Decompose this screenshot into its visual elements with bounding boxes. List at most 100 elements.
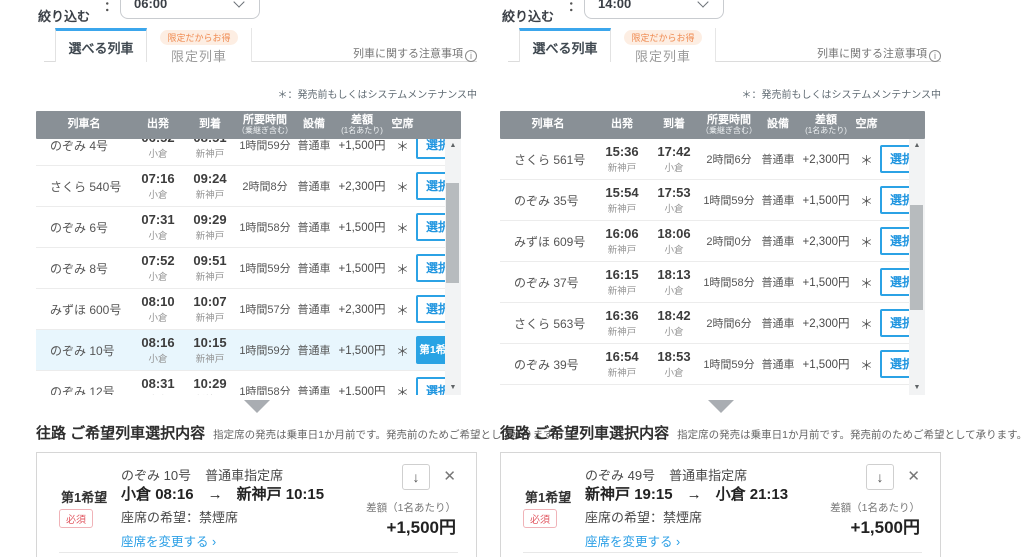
train-notice-link[interactable]: 列車に関する注意事項i xyxy=(353,45,477,62)
return-panel: 絞り込む ： 14:00 選べる列車 限定だからお得 限定列車 列車に関する注意… xyxy=(500,0,941,557)
table-row[interactable]: みずほ 609号 16:06新神戸 18:06小倉 2時間0分 普通車 +2,3… xyxy=(500,221,925,262)
departure-station: 小倉 xyxy=(132,228,184,242)
arrival-station: 小倉 xyxy=(648,324,700,338)
duration: 1時間59分 xyxy=(236,139,294,153)
tab-selectable-trains[interactable]: 選べる列車 xyxy=(55,28,147,62)
fare-difference: +2,300円 xyxy=(334,301,390,317)
fare-difference: +1,500円 xyxy=(334,260,390,276)
departure-station: 新神戸 xyxy=(596,365,648,379)
card-to-station: 新神戸 xyxy=(237,486,282,503)
train-name: のぞみ 12号 xyxy=(36,383,132,396)
change-seat-link[interactable]: 座席を変更する › xyxy=(585,531,680,550)
return-selection-title: 復路 ご希望列車選択内容 xyxy=(500,425,669,442)
required-badge: 必須 xyxy=(523,509,557,528)
equipment: 普通車 xyxy=(294,260,334,276)
vacancy-status: ＊ xyxy=(390,382,415,396)
tab-limited-trains[interactable]: 限定だからお得 限定列車 xyxy=(147,28,252,62)
table-row[interactable]: さくら 540号 07:16小倉 09:24新神戸 2時間8分 普通車 +2,3… xyxy=(36,166,461,207)
table-row[interactable]: さくら 563号 16:36新神戸 18:42小倉 2時間6分 普通車 +2,3… xyxy=(500,303,925,344)
move-down-button[interactable]: ↓ xyxy=(866,464,894,490)
card-train-name: のぞみ 10号 xyxy=(121,468,191,483)
close-icon[interactable]: ✕ xyxy=(443,467,456,485)
fare-difference: +1,500円 xyxy=(334,219,390,235)
vacancy-status: ＊ xyxy=(390,218,415,237)
table-row[interactable]: のぞみ 37号 16:15新神戸 18:13小倉 1時間58分 普通車 +1,5… xyxy=(500,262,925,303)
scrollbar-thumb[interactable] xyxy=(910,205,923,310)
duration: 2時間0分 xyxy=(700,233,758,249)
table-row[interactable]: のぞみ 4号 06:52小倉 08:51新神戸 1時間59分 普通車 +1,50… xyxy=(36,139,461,166)
card-departure-time: 19:15 xyxy=(634,486,672,503)
table-row[interactable]: のぞみ 12号 08:31小倉 10:29新神戸 1時間58分 普通車 +1,5… xyxy=(36,371,461,395)
duration: 2時間8分 xyxy=(236,178,294,194)
tab-selectable-trains[interactable]: 選べる列車 xyxy=(519,28,611,62)
departure-station: 小倉 xyxy=(132,146,184,160)
fare-difference: +1,500円 xyxy=(798,192,854,208)
arrival-station: 新神戸 xyxy=(184,310,236,324)
required-badge: 必須 xyxy=(59,509,93,528)
move-down-button[interactable]: ↓ xyxy=(402,464,430,490)
arrival-time: 09:29 xyxy=(184,212,236,227)
departure-station: 新神戸 xyxy=(596,324,648,338)
table-row[interactable]: のぞみ 35号 15:54新神戸 17:53小倉 1時間59分 普通車 +1,5… xyxy=(500,180,925,221)
table-row[interactable]: さくら 561号 15:36新神戸 17:42小倉 2時間6分 普通車 +2,3… xyxy=(500,139,925,180)
fare-difference: +2,300円 xyxy=(798,233,854,249)
scroll-up-icon[interactable]: ▲ xyxy=(445,139,461,153)
chevron-right-icon: › xyxy=(212,535,216,549)
duration: 1時間59分 xyxy=(236,342,294,358)
departure-station: 小倉 xyxy=(132,351,184,365)
table-row[interactable]: のぞみ 6号 07:31小倉 09:29新神戸 1時間58分 普通車 +1,50… xyxy=(36,207,461,248)
vacancy-status: ＊ xyxy=(854,191,879,210)
table-row[interactable]: のぞみ 8号 07:52小倉 09:51新神戸 1時間59分 普通車 +1,50… xyxy=(36,248,461,289)
departure-time: 07:16 xyxy=(132,171,184,186)
arrival-station: 小倉 xyxy=(648,283,700,297)
arrival-station: 小倉 xyxy=(648,242,700,256)
return-train-table: 列車名 出発 到着 所要時間（乗継ぎ含む） 設備 差額(1名あたり) 空席 さく… xyxy=(500,111,941,395)
equipment: 普通車 xyxy=(294,301,334,317)
scroll-up-icon[interactable]: ▲ xyxy=(909,139,925,153)
train-name: のぞみ 4号 xyxy=(36,139,132,154)
card-seat-type: 普通車指定席 xyxy=(205,468,283,483)
equipment: 普通車 xyxy=(758,233,798,249)
equipment: 普通車 xyxy=(294,178,334,194)
train-name: のぞみ 39号 xyxy=(500,356,596,373)
train-notice-link[interactable]: 列車に関する注意事項i xyxy=(817,45,941,62)
limited-deal-badge: 限定だからお得 xyxy=(160,30,237,45)
seat-preference: 座席の希望：禁煙席 xyxy=(121,507,238,526)
fare-difference: +1,500円 xyxy=(798,356,854,372)
fare-difference: +2,300円 xyxy=(798,315,854,331)
table-row[interactable]: のぞみ 10号 08:16小倉 10:15新神戸 1時間59分 普通車 +1,5… xyxy=(36,330,461,371)
vacancy-status: ＊ xyxy=(390,300,415,319)
arrival-time: 17:42 xyxy=(648,144,700,159)
arrival-station: 新神戸 xyxy=(184,351,236,365)
arrival-time: 09:24 xyxy=(184,171,236,186)
departure-station: 新神戸 xyxy=(596,283,648,297)
arrow-icon: → xyxy=(208,486,223,503)
seat-preference: 座席の希望：禁煙席 xyxy=(585,507,702,526)
scrollbar-thumb[interactable] xyxy=(446,183,459,283)
outbound-selection-title: 往路 ご希望列車選択内容 xyxy=(36,425,205,442)
table-scrollbar[interactable]: ▲ ▼ xyxy=(909,139,925,395)
scroll-down-icon[interactable]: ▼ xyxy=(445,381,461,395)
equipment: 普通車 xyxy=(294,383,334,395)
filter-colon: ： xyxy=(104,0,117,15)
tab-limited-trains[interactable]: 限定だからお得 限定列車 xyxy=(611,28,716,62)
change-seat-link[interactable]: 座席を変更する › xyxy=(121,531,216,550)
departure-time-select[interactable]: 14:00 xyxy=(584,0,724,19)
departure-time: 08:31 xyxy=(132,376,184,391)
selection-note: 指定席の発売は乗車日1か月前です。発売前のためご希望として承ります。 xyxy=(677,429,1024,441)
arrival-station: 新神戸 xyxy=(184,269,236,283)
arrival-station: 小倉 xyxy=(648,201,700,215)
close-icon[interactable]: ✕ xyxy=(907,467,920,485)
fare-difference: +1,500円 xyxy=(334,139,390,153)
table-scrollbar[interactable]: ▲ ▼ xyxy=(445,139,461,395)
table-row[interactable]: のぞみ 39号 16:54新神戸 18:53小倉 1時間59分 普通車 +1,5… xyxy=(500,344,925,385)
return-selected-train-card: 第1希望 必須 のぞみ 49号普通車指定席 新神戸 19:15→小倉 21:13… xyxy=(500,452,941,557)
vacancy-status: ＊ xyxy=(854,314,879,333)
scroll-down-icon[interactable]: ▼ xyxy=(909,381,925,395)
chevron-down-icon xyxy=(233,0,244,8)
departure-time: 16:06 xyxy=(596,226,648,241)
table-row[interactable]: みずほ 600号 08:10小倉 10:07新神戸 1時間57分 普通車 +2,… xyxy=(36,289,461,330)
duration: 1時間59分 xyxy=(700,356,758,372)
departure-time-select[interactable]: 06:00 xyxy=(120,0,260,19)
departure-station: 小倉 xyxy=(132,392,184,395)
